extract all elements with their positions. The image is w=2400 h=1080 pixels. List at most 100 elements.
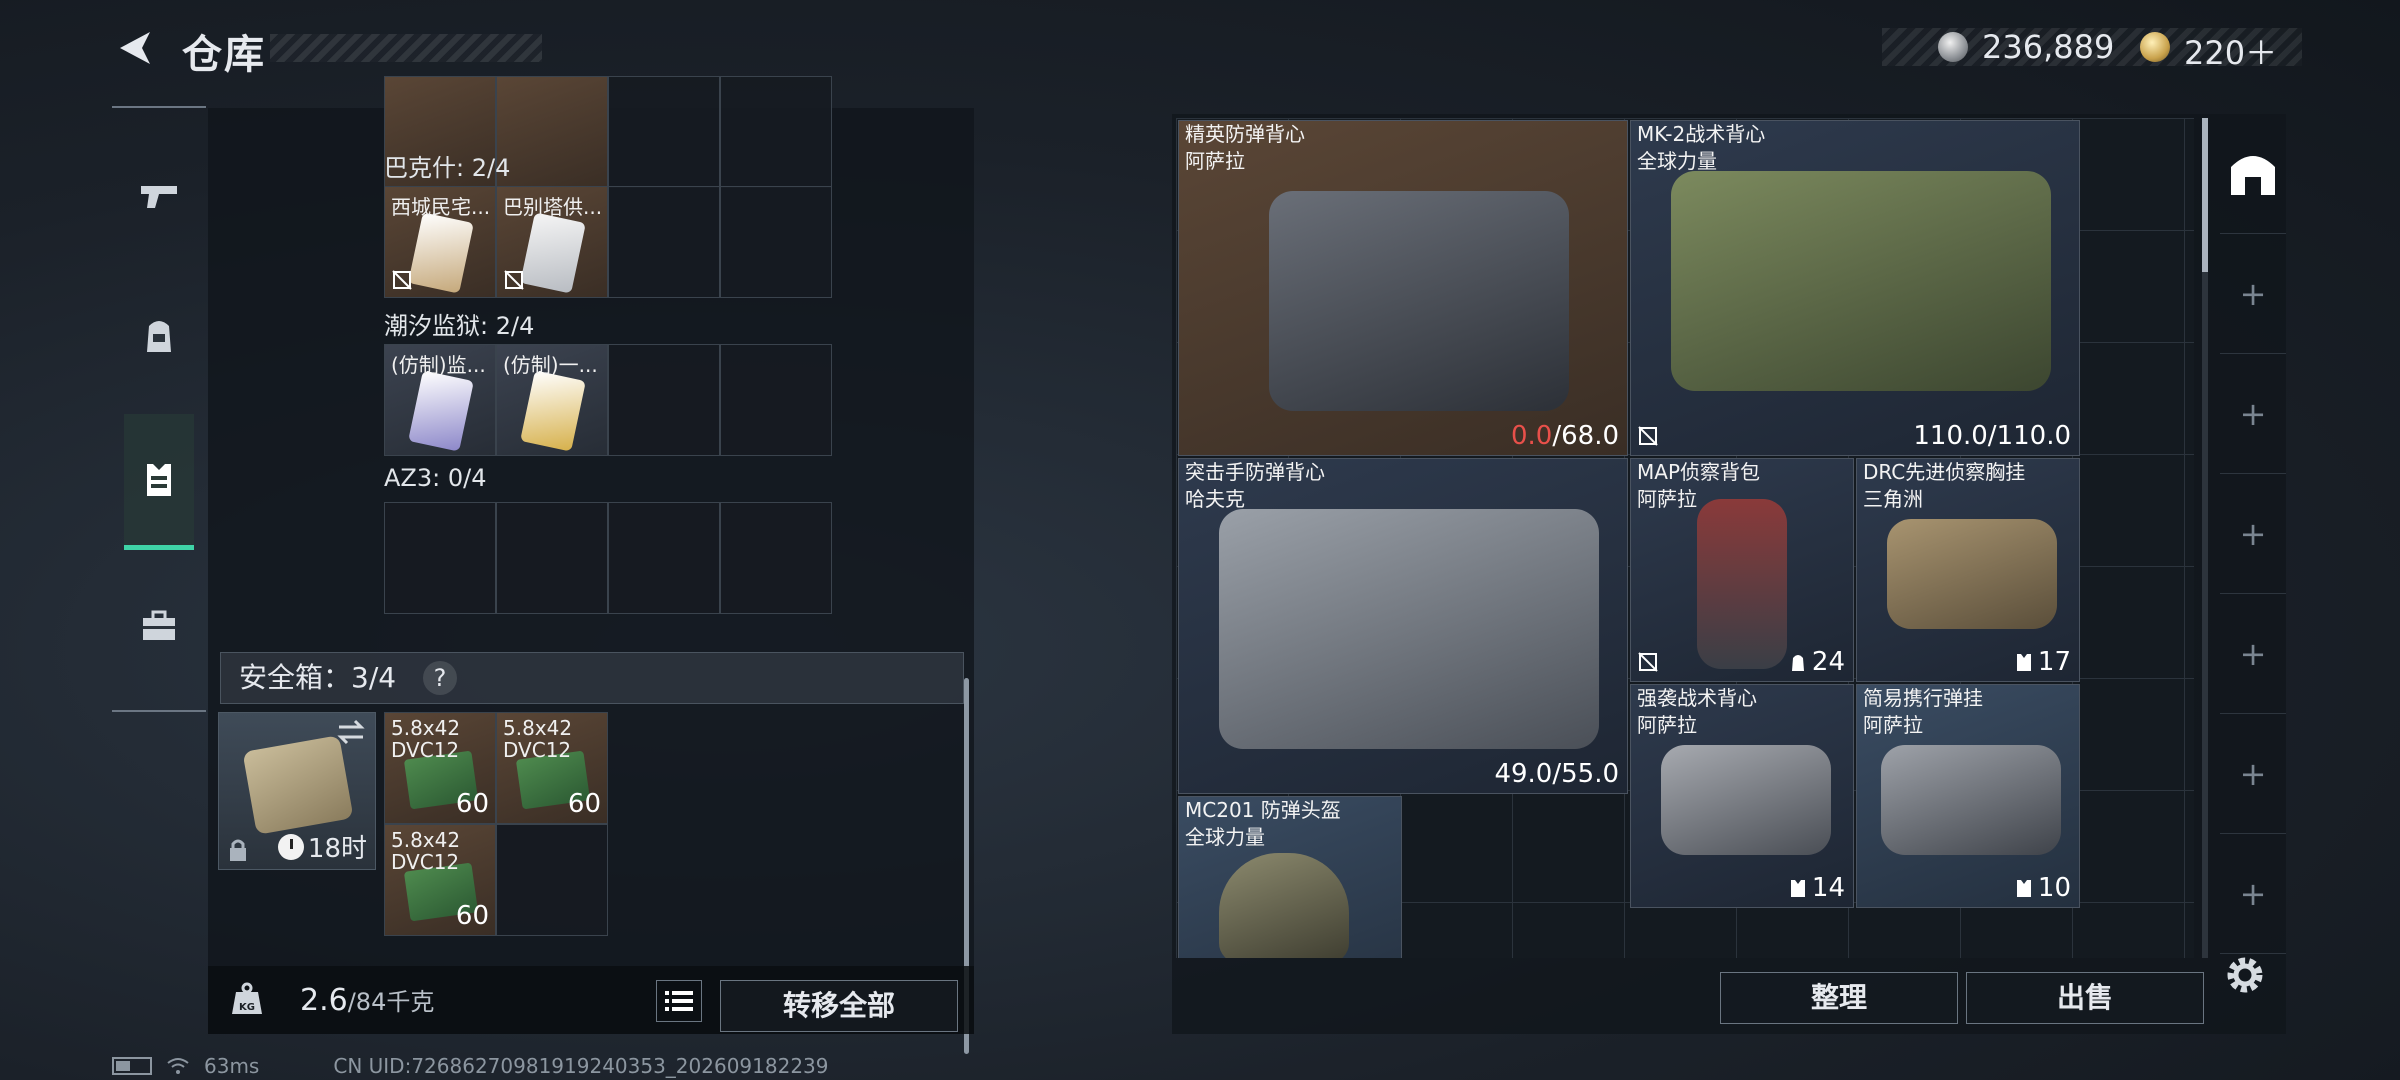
ammo-item[interactable]: 5.8x42 DVC12 60 <box>384 712 496 824</box>
timer-text: 18时 <box>307 834 367 864</box>
weight-value: 2.6 <box>300 983 348 1018</box>
nav-backpack[interactable] <box>112 288 206 384</box>
item-capacity: 14 <box>1788 873 1845 903</box>
backpack-art <box>1697 499 1787 669</box>
keycard-slot-empty[interactable] <box>720 186 832 298</box>
toolbox-icon <box>143 610 175 640</box>
container-slots: + + + + + + <box>2220 114 2286 954</box>
currency-bar: 236,889 220＋ <box>1882 28 2302 72</box>
stash-item[interactable]: DRC先进侦察胸挂 三角洲 17 <box>1856 458 2080 682</box>
item-origin: 阿萨拉 <box>1637 713 1697 737</box>
stash-panel: 精英防弹背心 阿萨拉 0.0/68.0 MK-2战术背心 全球力量 110.0/… <box>1172 114 2286 1034</box>
container-slot-add[interactable]: + <box>2220 474 2286 594</box>
nav-weapons[interactable] <box>112 148 206 244</box>
keycard-item[interactable]: (仿制)一... <box>496 344 608 456</box>
stash-item[interactable]: MK-2战术背心 全球力量 110.0/110.0 <box>1630 120 2080 456</box>
weight-kg-icon: KG <box>232 982 262 1014</box>
safebox-header: 安全箱：3/4 ? <box>220 652 964 704</box>
vest-art <box>1661 745 1831 855</box>
chest-rig-art <box>1881 745 2061 855</box>
item-origin: 阿萨拉 <box>1863 713 1923 737</box>
keycard-icon <box>408 212 474 294</box>
keycard-item[interactable]: (仿制)监... <box>384 344 496 456</box>
item-origin: 全球力量 <box>1637 149 1717 173</box>
safebox-slot-empty[interactable] <box>496 824 608 936</box>
sell-button[interactable]: 出售 <box>1966 972 2204 1024</box>
keycard-slot-empty[interactable] <box>720 502 832 614</box>
container-slot-stash[interactable] <box>2220 114 2286 234</box>
keycard-group-label: 潮汐监狱: 2/4 <box>384 312 535 340</box>
keycard-slot-empty[interactable] <box>720 344 832 456</box>
nav-vest[interactable] <box>124 414 194 550</box>
item-durability: 0.0/68.0 <box>1510 421 1619 451</box>
keycard-slot-empty[interactable] <box>608 186 720 298</box>
no-trade-icon <box>1638 426 1658 446</box>
keycard-slot[interactable] <box>608 76 720 188</box>
svg-text:KG: KG <box>239 1002 255 1013</box>
keycard-row <box>384 502 832 614</box>
no-trade-icon <box>504 270 524 290</box>
ammo-label: 5.8x42 DVC12 <box>503 716 573 762</box>
safebox-container[interactable]: 18时 <box>218 712 376 870</box>
category-nav <box>112 106 206 712</box>
keycard-slot[interactable] <box>720 76 832 188</box>
keycard-slot-empty[interactable] <box>384 502 496 614</box>
ammo-quantity: 60 <box>567 789 601 819</box>
nav-toolbox[interactable] <box>112 578 206 674</box>
safebox-timer: 18时 <box>277 828 367 865</box>
page-title: 仓库 <box>182 32 266 78</box>
item-name: 突击手防弹背心 <box>1185 460 1325 484</box>
item-origin: 阿萨拉 <box>1185 149 1245 173</box>
item-capacity: 10 <box>2014 873 2071 903</box>
battery-icon <box>112 1057 152 1075</box>
back-arrow-icon[interactable] <box>112 26 156 70</box>
vest-capacity-icon <box>2016 880 2031 897</box>
uid-text: CN UID:72686270981919240353_202609182239 <box>333 1054 829 1078</box>
stash-item[interactable]: MAP侦察背包 阿萨拉 24 <box>1630 458 1854 682</box>
stash-box-icon <box>2231 155 2275 195</box>
backpack-icon <box>147 321 171 352</box>
transfer-all-button[interactable]: 转移全部 <box>720 980 958 1032</box>
vest-icon <box>147 463 171 496</box>
keycard-slot-empty[interactable] <box>608 344 720 456</box>
container-slot-add[interactable]: + <box>2220 714 2286 834</box>
keycard-slot-empty[interactable] <box>496 502 608 614</box>
ammo-item[interactable]: 5.8x42 DVC12 60 <box>384 824 496 936</box>
ammo-item[interactable]: 5.8x42 DVC12 60 <box>496 712 608 824</box>
keycard-and-safebox-panel: 巴克什: 2/4 西城民宅... 巴别塔供... 潮汐监狱: 2/4 (仿制)监… <box>208 76 974 1054</box>
item-name: 简易携行弹挂 <box>1863 686 1983 710</box>
stash-item[interactable]: 突击手防弹背心 哈夫克 49.0/55.0 <box>1178 458 1628 794</box>
stash-scrollbar-thumb[interactable] <box>2202 118 2208 272</box>
sort-button[interactable]: 整理 <box>1720 972 1958 1024</box>
keycard-item[interactable]: 西城民宅... <box>384 186 496 298</box>
vest-capacity-icon <box>2016 654 2031 671</box>
keycard-row: (仿制)监... (仿制)一... <box>384 344 832 456</box>
stash-item[interactable]: 强袭战术背心 阿萨拉 14 <box>1630 684 1854 908</box>
container-slot-add[interactable]: + <box>2220 834 2286 954</box>
help-button[interactable]: ? <box>423 661 457 695</box>
keycard-icon <box>520 212 586 294</box>
stash-item[interactable]: MC201 防弹头盔 全球力量 <box>1178 796 1402 958</box>
ammo-quantity: 60 <box>455 901 489 931</box>
chest-rig-art <box>1887 519 2057 629</box>
list-view-button[interactable] <box>656 980 702 1022</box>
item-capacity: 24 <box>1788 647 1845 677</box>
vest-art <box>1219 509 1599 749</box>
keycard-slot[interactable] <box>496 76 608 188</box>
stash-item[interactable]: 简易携行弹挂 阿萨拉 10 <box>1856 684 2080 908</box>
swap-icon[interactable] <box>335 719 367 745</box>
gear-icon[interactable] <box>2222 952 2268 998</box>
container-slot-add[interactable]: + <box>2220 354 2286 474</box>
container-slot-add[interactable]: + <box>2220 234 2286 354</box>
no-trade-icon <box>392 270 412 290</box>
stash-item[interactable]: 精英防弹背心 阿萨拉 0.0/68.0 <box>1178 120 1628 456</box>
gold-currency-value[interactable]: 220＋ <box>2184 28 2277 74</box>
item-name: MAP侦察背包 <box>1637 460 1760 484</box>
keycard-slot-empty[interactable] <box>608 502 720 614</box>
safebox-case-icon <box>242 735 354 835</box>
keycard-label: 西城民宅... <box>391 195 491 219</box>
item-capacity: 17 <box>2014 647 2071 677</box>
keycard-item[interactable]: 巴别塔供... <box>496 186 608 298</box>
item-durability: 49.0/55.0 <box>1494 759 1619 789</box>
container-slot-add[interactable]: + <box>2220 594 2286 714</box>
